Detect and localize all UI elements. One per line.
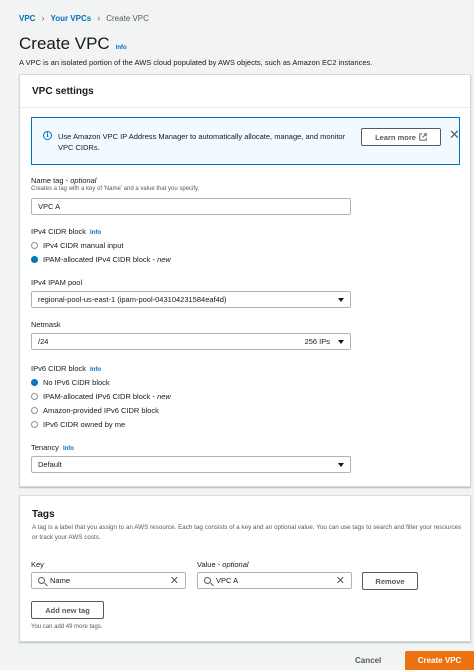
- tags-remaining: You can add 49 more tags.: [31, 624, 103, 630]
- tenancy-select[interactable]: Default: [31, 456, 351, 473]
- breadcrumb-current: Create VPC: [106, 13, 149, 23]
- caret-down-icon: [338, 339, 344, 344]
- ipv6-option-none[interactable]: No IPv6 CIDR block: [31, 378, 110, 387]
- caret-down-icon: [338, 462, 344, 467]
- ipv6-option-none-label: No IPv6 CIDR block: [43, 378, 110, 387]
- ipv4-cidr-label: IPv4 CIDR block Info: [31, 227, 101, 236]
- vpc-settings-panel: VPC settings i Use Amazon VPC IP Address…: [19, 74, 471, 487]
- ipv6-cidr-label: IPv6 CIDR block Info: [31, 364, 101, 373]
- cancel-button[interactable]: Cancel: [355, 656, 381, 665]
- clear-icon[interactable]: ✕: [336, 573, 345, 586]
- ipv6-cidr-label-text: IPv6 CIDR block: [31, 364, 87, 373]
- ipv4-cidr-info-link[interactable]: Info: [90, 230, 101, 236]
- ipam-pool-select[interactable]: regional-pool-us-east-1 (ipam-pool-04310…: [31, 291, 351, 308]
- learn-more-button[interactable]: Learn more: [361, 128, 441, 146]
- ipv6-option-ipam[interactable]: IPAM-allocated IPv6 CIDR block - new: [31, 392, 171, 401]
- chevron-right-icon: ›: [41, 13, 45, 23]
- ipv4-option-ipam-label: IPAM-allocated IPv4 CIDR block - new: [43, 255, 171, 264]
- tags-description: A tag is a label that you assign to an A…: [32, 524, 462, 541]
- name-tag-optional: optional: [70, 176, 97, 185]
- page-info-link[interactable]: Info: [116, 45, 127, 51]
- info-circle-icon: i: [43, 131, 52, 140]
- tenancy-label: Tenancy Info: [31, 443, 74, 452]
- tenancy-info-link[interactable]: Info: [63, 446, 74, 452]
- remove-tag-button[interactable]: Remove: [362, 572, 418, 590]
- ipv4-option-ipam-text: IPAM-allocated IPv4 CIDR block -: [43, 255, 158, 264]
- banner-text: Use Amazon VPC IP Address Manager to aut…: [58, 132, 346, 152]
- page-description: A VPC is an isolated portion of the AWS …: [19, 58, 373, 67]
- netmask-select[interactable]: /24 256 IPs: [31, 333, 351, 350]
- tag-value-label-text: Value -: [197, 560, 223, 569]
- radio-button-selected[interactable]: [31, 256, 38, 263]
- tenancy-label-text: Tenancy: [31, 443, 59, 452]
- ipv4-option-manual-label: IPv4 CIDR manual input: [43, 241, 124, 250]
- ipv6-option-owned[interactable]: IPv6 CIDR owned by me: [31, 420, 125, 429]
- radio-button[interactable]: [31, 393, 38, 400]
- tags-panel: Tags A tag is a label that you assign to…: [19, 495, 471, 642]
- create-vpc-button[interactable]: Create VPC: [405, 651, 474, 670]
- ipv6-option-owned-label: IPv6 CIDR owned by me: [43, 420, 126, 429]
- tag-key-value: Name: [50, 576, 71, 585]
- page-title-text: Create VPC: [19, 34, 110, 53]
- tenancy-value: Default: [38, 460, 62, 469]
- ipv6-option-ipam-label: IPAM-allocated IPv6 CIDR block - new: [43, 392, 171, 401]
- ipv4-cidr-label-text: IPv4 CIDR block: [31, 227, 87, 236]
- ipv6-cidr-info-link[interactable]: Info: [90, 367, 101, 373]
- netmask-label: Netmask: [31, 320, 61, 329]
- tags-title: Tags: [32, 509, 55, 520]
- name-tag-label: Name tag - optional: [31, 176, 96, 185]
- search-icon: [38, 577, 45, 584]
- name-tag-description: Creates a tag with a key of 'Name' and a…: [31, 186, 200, 192]
- breadcrumb-vpc[interactable]: VPC: [19, 14, 35, 23]
- ipam-pool-label: IPv4 IPAM pool: [31, 278, 83, 287]
- breadcrumb: VPC › Your VPCs › Create VPC: [19, 12, 149, 24]
- ipv6-option-amazon[interactable]: Amazon-provided IPv6 CIDR block: [31, 406, 159, 415]
- clear-icon[interactable]: ✕: [170, 573, 179, 586]
- radio-button-selected[interactable]: [31, 379, 38, 386]
- page-title: Create VPC Info: [19, 34, 127, 54]
- tag-value-input[interactable]: VPC A ✕: [197, 572, 352, 589]
- ipv6-option-ipam-text: IPAM-allocated IPv6 CIDR block -: [43, 392, 158, 401]
- external-link-icon: [419, 133, 427, 141]
- netmask-ips: 256 IPs: [304, 337, 330, 346]
- radio-button[interactable]: [31, 421, 38, 428]
- learn-more-label: Learn more: [375, 132, 416, 142]
- ipv4-option-manual[interactable]: IPv4 CIDR manual input: [31, 241, 123, 250]
- search-icon: [204, 577, 211, 584]
- name-tag-label-text: Name tag -: [31, 176, 71, 185]
- close-icon[interactable]: ✕: [449, 127, 460, 143]
- tag-value-value: VPC A: [216, 576, 239, 585]
- ipv4-option-ipam-new: new: [157, 255, 171, 264]
- ipv6-option-ipam-new: new: [157, 392, 171, 401]
- tag-value-optional: optional: [222, 560, 249, 569]
- chevron-right-icon: ›: [97, 13, 101, 23]
- ipv4-option-ipam[interactable]: IPAM-allocated IPv4 CIDR block - new: [31, 255, 171, 264]
- ipv6-option-amazon-label: Amazon-provided IPv6 CIDR block: [43, 406, 159, 415]
- breadcrumb-your-vpcs[interactable]: Your VPCs: [50, 14, 91, 23]
- add-new-tag-button[interactable]: Add new tag: [31, 601, 104, 619]
- ipam-pool-value: regional-pool-us-east-1 (ipam-pool-04310…: [38, 295, 227, 304]
- vpc-settings-header: VPC settings: [20, 75, 470, 108]
- name-tag-input[interactable]: VPC A: [31, 198, 351, 215]
- radio-button[interactable]: [31, 407, 38, 414]
- tag-key-input[interactable]: Name ✕: [31, 572, 186, 589]
- netmask-value: /24: [38, 337, 49, 346]
- tag-key-label: Key: [31, 560, 44, 569]
- caret-down-icon: [338, 297, 344, 302]
- ipam-info-banner: i Use Amazon VPC IP Address Manager to a…: [31, 117, 460, 165]
- tag-value-label: Value - optional: [197, 560, 249, 569]
- radio-button[interactable]: [31, 242, 38, 249]
